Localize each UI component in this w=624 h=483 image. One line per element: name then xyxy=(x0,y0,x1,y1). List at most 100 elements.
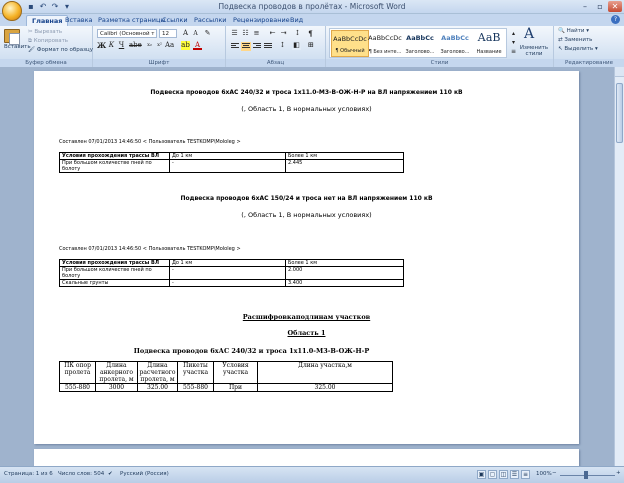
paste-icon[interactable] xyxy=(4,29,20,45)
superscript-icon[interactable]: x² xyxy=(155,41,164,50)
style-title[interactable]: АаВ Название xyxy=(470,30,508,57)
zoom-level[interactable]: 100% xyxy=(536,471,552,477)
style-normal[interactable]: AaBbCcDc ¶ Обычный xyxy=(331,30,369,57)
minimize-icon[interactable]: – xyxy=(578,1,592,12)
align-center-icon[interactable] xyxy=(241,42,251,51)
style-name: Название xyxy=(476,49,502,55)
tab-view[interactable]: Вид xyxy=(285,15,308,26)
show-marks-icon[interactable]: ¶ xyxy=(306,29,315,38)
replace-label: Заменить xyxy=(564,37,593,43)
table-row: 555-880 3000 325.00 555-880 При 325.00 xyxy=(59,383,393,392)
paste-button[interactable]: Вставить xyxy=(4,44,31,50)
style-heading2[interactable]: AaBbCc Заголово... xyxy=(436,30,474,57)
table-header-cell: Длина анкерного пролета, м xyxy=(95,361,138,384)
grow-font-icon[interactable]: A xyxy=(181,29,190,38)
numbering-icon[interactable]: ☷ xyxy=(241,29,250,38)
editing-group-label: Редактирование xyxy=(554,59,624,67)
copy-button[interactable]: ⧉ Копировать xyxy=(28,38,68,45)
strikethrough-icon[interactable]: abe xyxy=(129,41,142,50)
style-heading1[interactable]: AaBbCc Заголово... xyxy=(401,30,439,57)
borders-icon[interactable]: ⊞ xyxy=(306,41,315,50)
font-name-combo[interactable]: Calibri (Основной т xyxy=(97,29,157,38)
table-header-cell: Условия участка xyxy=(213,361,258,384)
shading-icon[interactable]: ◧ xyxy=(292,41,301,50)
status-page[interactable]: Страница: 1 из 6 xyxy=(4,471,53,477)
gallery-up-icon[interactable]: ▴ xyxy=(509,29,518,38)
table-cell: 325.00 xyxy=(257,383,393,392)
zoom-in-icon[interactable]: + xyxy=(616,470,621,476)
tab-references[interactable]: Ссылки xyxy=(157,15,193,26)
multilevel-list-icon[interactable]: ≡ xyxy=(252,29,261,38)
font-group: Calibri (Основной т 12 A A ✎ Ж К Ч abe x… xyxy=(93,26,226,67)
line-spacing-icon[interactable]: ↕ xyxy=(278,41,287,50)
bold-icon[interactable]: Ж xyxy=(97,41,106,50)
ruler-toggle-icon[interactable] xyxy=(615,67,624,77)
editing-group: 🔍 Найти ▾ ⇄ Заменить ↖ Выделить ▾ Редакт… xyxy=(554,26,624,67)
font-size-combo[interactable]: 12 xyxy=(159,29,177,38)
underline-icon[interactable]: Ч xyxy=(117,41,126,50)
web-layout-view-icon[interactable]: ◫ xyxy=(499,470,508,479)
decrease-indent-icon[interactable]: ⇤ xyxy=(268,29,277,38)
align-right-icon[interactable] xyxy=(252,42,262,51)
document-page[interactable]: Подвеска проводов 6хАС 240/32 и троса 1х… xyxy=(34,71,579,444)
cut-label: Вырезать xyxy=(34,29,63,35)
change-case-icon[interactable]: Aa xyxy=(165,41,174,50)
shrink-font-icon[interactable]: A xyxy=(191,29,200,38)
format-painter-button[interactable]: 🖌 Формат по образцу xyxy=(28,47,93,53)
status-word-count[interactable]: Число слов: 504 xyxy=(58,471,104,477)
clear-format-icon[interactable]: ✎ xyxy=(203,29,212,38)
ribbon: Вставить ✂ Вырезать ⧉ Копировать 🖌 Форма… xyxy=(0,26,624,67)
align-left-icon[interactable] xyxy=(230,42,240,51)
bullets-icon[interactable]: ☰ xyxy=(230,29,239,38)
status-language[interactable]: Русский (Россия) xyxy=(120,471,169,477)
sort-icon[interactable]: ↕ xyxy=(293,29,302,38)
table-cell: 555-880 xyxy=(59,383,96,392)
table-cell: При большом количестве пней по болоту xyxy=(59,266,170,280)
font-color-icon[interactable]: A xyxy=(193,41,202,50)
section2-subtitle: (, Область 1, В нормальных условиях) xyxy=(241,211,372,219)
section1-table: Условия прохождения трассы ВЛ До 1 км Бо… xyxy=(59,152,404,173)
table-cell: 3000 xyxy=(95,383,138,392)
tab-mailings[interactable]: Рассылки xyxy=(189,15,232,26)
help-icon[interactable]: ? xyxy=(611,15,620,24)
replace-button[interactable]: ⇄ Заменить xyxy=(558,37,592,43)
cut-button[interactable]: ✂ Вырезать xyxy=(28,29,62,35)
subscript-icon[interactable]: x₂ xyxy=(145,41,154,50)
justify-icon[interactable] xyxy=(263,42,273,51)
zoom-slider-knob[interactable] xyxy=(584,471,588,479)
table-cell: При xyxy=(213,383,258,392)
paragraph-group: ☰ ☷ ≡ ⇤ ⇥ ↕ ¶ ↕ ◧ ⊞ Абзац xyxy=(226,26,326,67)
select-label: Выделить xyxy=(564,46,594,52)
font-group-label: Шрифт xyxy=(93,59,225,67)
highlight-icon[interactable]: ab xyxy=(181,41,190,50)
full-screen-view-icon[interactable]: ▢ xyxy=(488,470,497,479)
office-button[interactable] xyxy=(2,1,22,21)
find-button[interactable]: 🔍 Найти ▾ xyxy=(558,28,589,34)
italic-icon[interactable]: К xyxy=(107,41,116,50)
proofing-icon[interactable]: ✔ xyxy=(108,471,113,477)
print-layout-view-icon[interactable]: ▣ xyxy=(477,470,486,479)
table-header-cell: Более 1 км xyxy=(285,259,404,267)
maximize-icon[interactable]: ▫ xyxy=(593,1,607,12)
scrollbar-thumb[interactable] xyxy=(616,83,623,143)
vertical-scrollbar[interactable] xyxy=(614,67,624,466)
window-title: Подвеска проводов в пролётах - Microsoft… xyxy=(218,2,406,11)
tab-insert[interactable]: Вставка xyxy=(60,15,98,26)
change-styles-button[interactable]: Изменить стили xyxy=(516,45,552,57)
table-cell: Скальные грунты xyxy=(59,279,170,287)
styles-gallery: AaBbCcDc ¶ Обычный AaBbCcDc ¶ Без инте..… xyxy=(329,28,507,58)
style-no-spacing[interactable]: AaBbCcDc ¶ Без инте... xyxy=(366,30,404,57)
document-page-2[interactable] xyxy=(34,449,579,466)
section2-table: Условия прохождения трассы ВЛ До 1 км Бо… xyxy=(59,259,404,287)
document-area[interactable]: Подвеска проводов 6хАС 240/32 и троса 1х… xyxy=(0,67,614,466)
change-styles-icon[interactable]: A xyxy=(524,26,534,42)
table-cell: 555-880 xyxy=(177,383,214,392)
select-button[interactable]: ↖ Выделить ▾ xyxy=(558,46,598,52)
outline-view-icon[interactable]: ☰ xyxy=(510,470,519,479)
breakdown-heading: Подвеска проводов 6хАС 240/32 и троса 1х… xyxy=(133,347,370,355)
zoom-out-icon[interactable]: − xyxy=(552,470,557,476)
table-cell: 325.00 xyxy=(137,383,178,392)
increase-indent-icon[interactable]: ⇥ xyxy=(279,29,288,38)
close-icon[interactable]: ✕ xyxy=(608,1,622,12)
draft-view-icon[interactable]: ≡ xyxy=(521,470,530,479)
